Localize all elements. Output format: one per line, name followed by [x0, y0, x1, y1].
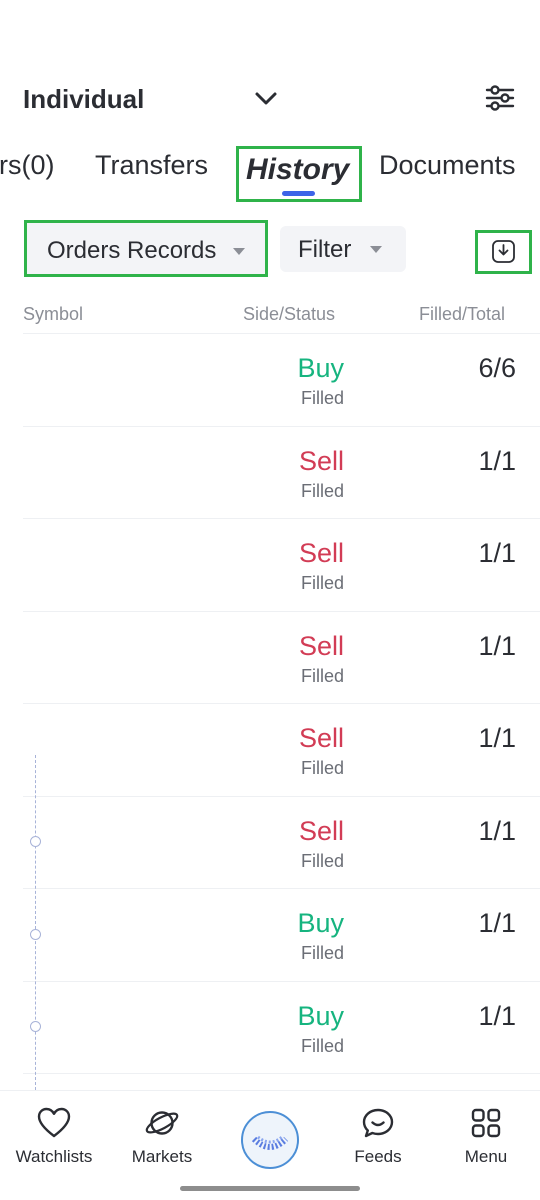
order-row[interactable]: Sell Filled 1/1: [23, 427, 540, 519]
planet-icon: [145, 1111, 179, 1135]
order-status: Filled: [300, 665, 344, 686]
tab-history-label: History: [246, 153, 350, 186]
order-row[interactable]: Buy Filled 1/1: [23, 889, 540, 982]
order-side: Sell: [298, 538, 344, 568]
nav-watchlists[interactable]: Watchlists: [4, 1107, 104, 1177]
account-header: Individual: [0, 64, 540, 134]
tab-orders[interactable]: ers(0): [0, 150, 55, 181]
tab-documents[interactable]: Documents: [379, 150, 516, 181]
column-header-filled-total: Filled/Total: [419, 304, 506, 324]
home-logo-button[interactable]: [241, 1111, 299, 1169]
order-row[interactable]: Sell Filled 1/1: [23, 704, 540, 797]
order-row[interactable]: Buy Filled 6/6: [23, 334, 540, 427]
download-icon: [492, 240, 515, 263]
active-tab-indicator: [282, 191, 315, 196]
order-status: Filled: [300, 850, 344, 871]
order-status: Filled: [300, 1035, 344, 1056]
nav-watchlists-label: Watchlists: [15, 1147, 93, 1166]
order-status: Filled: [300, 943, 344, 963]
order-side: Buy: [297, 1000, 344, 1031]
grid-icon: [471, 1108, 501, 1138]
caret-down-icon: [233, 248, 245, 255]
order-filled-total: 1/1: [478, 630, 516, 661]
chat-bubble-icon: [362, 1108, 394, 1138]
order-row[interactable]: Buy Filled 1/1: [23, 982, 540, 1074]
order-side: Sell: [298, 723, 344, 753]
order-side: Buy: [297, 908, 344, 938]
order-side: Buy: [297, 353, 344, 383]
bottom-nav: Watchlists Markets Feeds Menu: [0, 1090, 540, 1200]
nav-menu-label: Menu: [464, 1147, 508, 1166]
nav-markets[interactable]: Markets: [112, 1107, 212, 1177]
filter-label: Filter: [298, 236, 352, 263]
nav-markets-label: Markets: [131, 1147, 193, 1166]
timeline-dot: [30, 1021, 41, 1032]
account-tabs: ers(0) Transfers History Documents: [0, 140, 540, 202]
order-filled-total: 1/1: [478, 723, 516, 753]
tab-history[interactable]: History: [236, 146, 362, 202]
orders-records-dropdown[interactable]: Orders Records: [24, 220, 268, 277]
order-status: Filled: [300, 573, 344, 593]
tab-transfers[interactable]: Transfers: [95, 150, 208, 181]
order-status: Filled: [300, 758, 344, 778]
order-filled-total: 1/1: [478, 908, 516, 938]
order-row[interactable]: Sell Filled 1/1: [23, 797, 540, 889]
order-filled-total: 1/1: [478, 1000, 516, 1031]
export-button[interactable]: [475, 230, 532, 274]
orders-list: Buy Filled 6/6 Sell Filled 1/1 Sell Fill…: [0, 334, 540, 1074]
order-status: Filled: [300, 480, 344, 501]
history-toolbar: Orders Records Filter: [0, 218, 540, 278]
order-row[interactable]: Sell Filled 1/1: [23, 519, 540, 612]
order-side: Sell: [298, 630, 344, 661]
caret-down-icon: [370, 246, 382, 253]
column-header-side-status: Side/Status: [243, 304, 336, 324]
heart-icon: [37, 1107, 71, 1138]
nav-feeds[interactable]: Feeds: [328, 1107, 428, 1177]
timeline-dot: [30, 836, 41, 847]
order-side: Sell: [298, 815, 344, 846]
nav-menu[interactable]: Menu: [436, 1107, 536, 1177]
home-indicator: [180, 1186, 360, 1191]
order-row[interactable]: Sell Filled 1/1: [23, 612, 540, 704]
order-filled-total: 1/1: [478, 445, 516, 476]
chevron-down-icon[interactable]: [252, 84, 280, 112]
nav-feeds-label: Feeds: [354, 1147, 402, 1166]
order-filled-total: 6/6: [478, 353, 516, 383]
filter-dropdown[interactable]: Filter: [280, 226, 406, 272]
sliders-icon[interactable]: [484, 82, 516, 114]
timeline-dot: [30, 929, 41, 940]
account-selector-label[interactable]: Individual: [23, 84, 144, 115]
timeline-line: [35, 755, 36, 1090]
home-logo-icon: [251, 1135, 289, 1150]
column-header-symbol: Symbol: [23, 304, 84, 324]
order-side: Sell: [298, 445, 344, 476]
order-status: Filled: [300, 388, 344, 408]
order-filled-total: 1/1: [478, 815, 516, 846]
orders-records-label: Orders Records: [47, 237, 217, 264]
order-filled-total: 1/1: [478, 538, 516, 568]
